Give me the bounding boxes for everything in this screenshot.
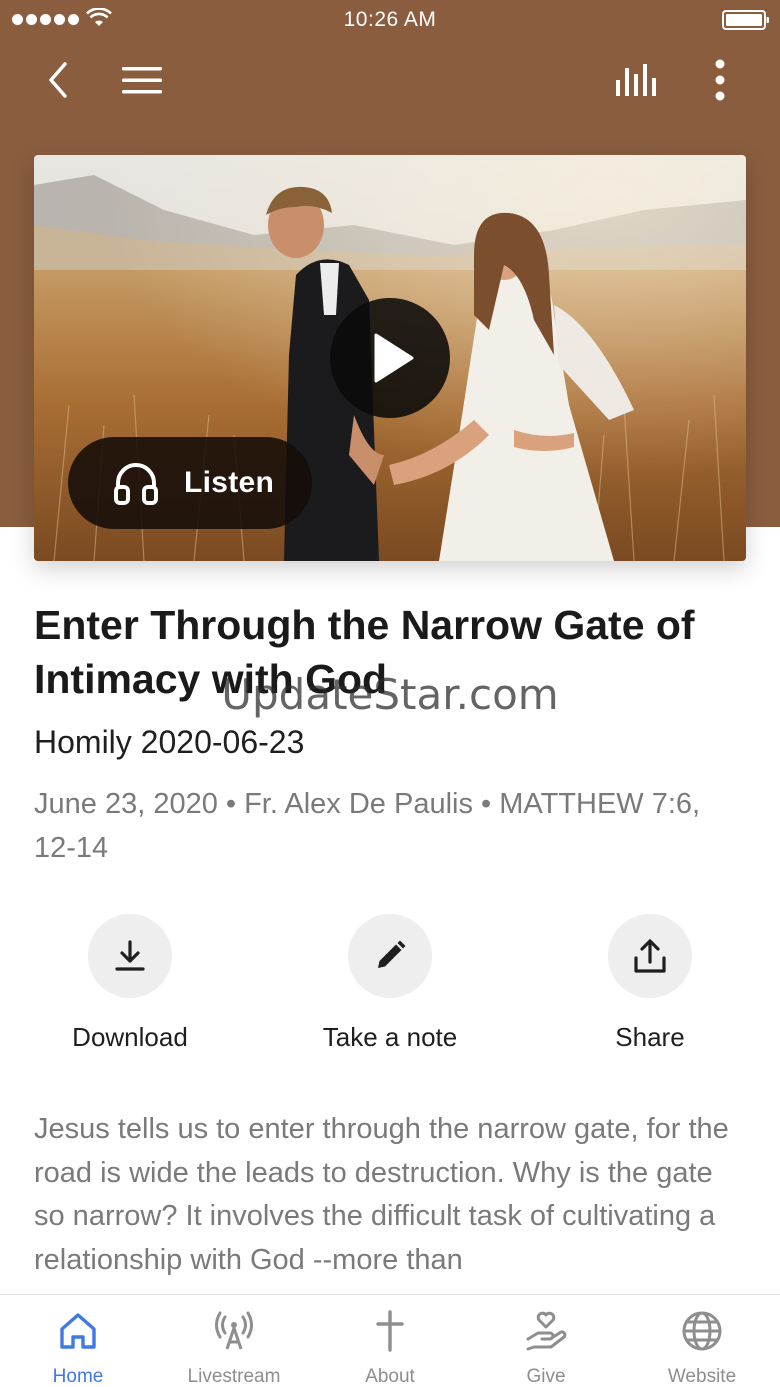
audio-bars-icon: [616, 64, 656, 96]
status-time: 10:26 AM: [343, 8, 437, 31]
listen-button[interactable]: Listen: [68, 437, 312, 529]
tab-give-label: Give: [526, 1366, 566, 1387]
tab-about-label: About: [365, 1366, 415, 1387]
giving-hand-icon: [526, 1311, 567, 1351]
hamburger-menu-icon: [122, 67, 162, 94]
tab-home[interactable]: Home: [0, 1295, 156, 1387]
play-icon: [374, 333, 414, 383]
take-note-circle: [348, 914, 432, 998]
status-bar: 10:26 AM: [0, 0, 780, 40]
more-vertical-icon: [715, 59, 725, 101]
audio-player-button[interactable]: [609, 52, 665, 108]
share-label: Share: [615, 1022, 685, 1052]
battery-icon: [722, 10, 769, 30]
sermon-description: Jesus tells us to enter through the narr…: [34, 1113, 729, 1276]
cross-icon: [376, 1310, 404, 1352]
back-button[interactable]: [30, 52, 86, 108]
tab-home-label: Home: [52, 1366, 104, 1387]
download-label: Download: [72, 1022, 188, 1052]
sermon-subtitle: Homily 2020-06-23: [34, 724, 305, 760]
sermon-media-card: Listen: [34, 155, 746, 561]
broadcast-icon: [215, 1311, 253, 1350]
take-note-button[interactable]: Take a note: [295, 914, 485, 1053]
listen-label: Listen: [184, 466, 275, 499]
download-circle: [88, 914, 172, 998]
more-options-button[interactable]: [692, 52, 748, 108]
tab-livestream-label: Livestream: [187, 1366, 281, 1387]
tab-give[interactable]: Give: [468, 1295, 624, 1387]
tab-website-label: Website: [667, 1366, 737, 1387]
download-icon: [115, 940, 145, 971]
share-button[interactable]: Share: [555, 914, 745, 1053]
tab-website[interactable]: Website: [624, 1295, 780, 1387]
download-button[interactable]: Download: [35, 914, 225, 1053]
chevron-left-icon: [49, 62, 67, 98]
globe-icon: [682, 1311, 722, 1351]
share-icon: [634, 939, 666, 973]
tab-about[interactable]: About: [312, 1295, 468, 1387]
take-note-label: Take a note: [322, 1022, 458, 1052]
play-button[interactable]: [330, 298, 450, 418]
headphones-icon: [114, 463, 158, 505]
share-circle: [608, 914, 692, 998]
tab-livestream[interactable]: Livestream: [156, 1295, 312, 1387]
bottom-tab-bar: Home Livestream About Give Website: [0, 1294, 780, 1387]
sermon-meta: June 23, 2020 • Fr. Alex De Paulis • MAT…: [34, 788, 701, 864]
pencil-icon: [378, 940, 406, 968]
watermark-text: UpdateStar.com: [221, 670, 559, 719]
menu-button[interactable]: [114, 52, 170, 108]
home-icon: [60, 1313, 96, 1349]
